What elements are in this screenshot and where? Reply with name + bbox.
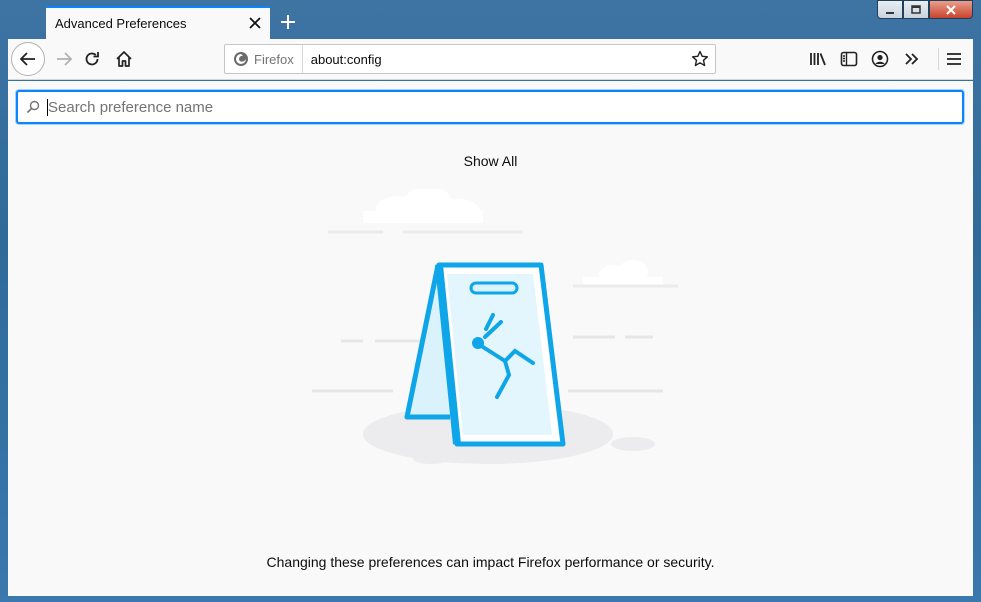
tab-advanced-preferences[interactable]: Advanced Preferences — [46, 6, 270, 39]
back-icon — [19, 52, 35, 66]
close-icon — [249, 17, 261, 29]
new-tab-button[interactable] — [274, 8, 302, 36]
plus-icon — [281, 15, 295, 29]
home-icon — [116, 51, 132, 67]
sign-handle — [469, 281, 519, 295]
menu-button[interactable] — [939, 43, 969, 75]
close-window-button[interactable] — [929, 0, 973, 19]
maximize-button[interactable] — [903, 0, 929, 19]
reload-icon — [85, 52, 99, 66]
warning-sign-illustration — [312, 189, 678, 464]
minimize-button[interactable] — [877, 0, 903, 19]
library-icon — [810, 53, 826, 66]
back-button[interactable] — [11, 42, 45, 76]
nav-toolbar: Firefox about:config — [8, 39, 973, 80]
library-button[interactable] — [803, 43, 833, 75]
url-bar[interactable]: Firefox about:config — [224, 44, 716, 74]
browser-window: Advanced Preferences Firefox about:confi… — [0, 0, 981, 602]
cloud-right — [583, 260, 663, 286]
url-text[interactable]: about:config — [303, 52, 685, 67]
minimize-icon — [886, 11, 894, 14]
search-input[interactable] — [48, 92, 948, 122]
reload-button[interactable] — [76, 43, 108, 75]
close-icon — [946, 4, 956, 15]
page-content: Show All — [8, 81, 973, 596]
firefox-logo-icon — [234, 52, 248, 66]
identity-label: Firefox — [254, 51, 294, 67]
warning-message: Changing these preferences can impact Fi… — [266, 554, 715, 570]
show-all-button[interactable]: Show All — [8, 153, 973, 169]
shadow-puddle-small — [413, 454, 449, 464]
home-button[interactable] — [108, 43, 140, 75]
tab-close-button[interactable] — [240, 13, 270, 34]
overflow-button[interactable] — [897, 43, 927, 75]
menu-icon — [947, 53, 961, 65]
maximize-icon — [911, 4, 921, 14]
identity-box[interactable]: Firefox — [225, 45, 303, 73]
overflow-icon — [905, 53, 919, 65]
window-controls — [877, 0, 973, 20]
account-button[interactable] — [865, 43, 895, 75]
account-icon — [871, 50, 889, 68]
bookmark-button[interactable] — [685, 50, 715, 68]
shadow-puddle — [611, 437, 655, 451]
sidebar-icon — [840, 51, 858, 67]
search-icon — [26, 100, 40, 119]
tab-title: Advanced Preferences — [55, 16, 187, 31]
bookmark-star-icon — [691, 50, 709, 67]
search-box[interactable] — [16, 90, 964, 124]
forward-icon — [57, 52, 73, 66]
sidebar-button[interactable] — [834, 43, 864, 75]
text-caret — [47, 99, 48, 116]
cloud-left — [363, 189, 483, 223]
